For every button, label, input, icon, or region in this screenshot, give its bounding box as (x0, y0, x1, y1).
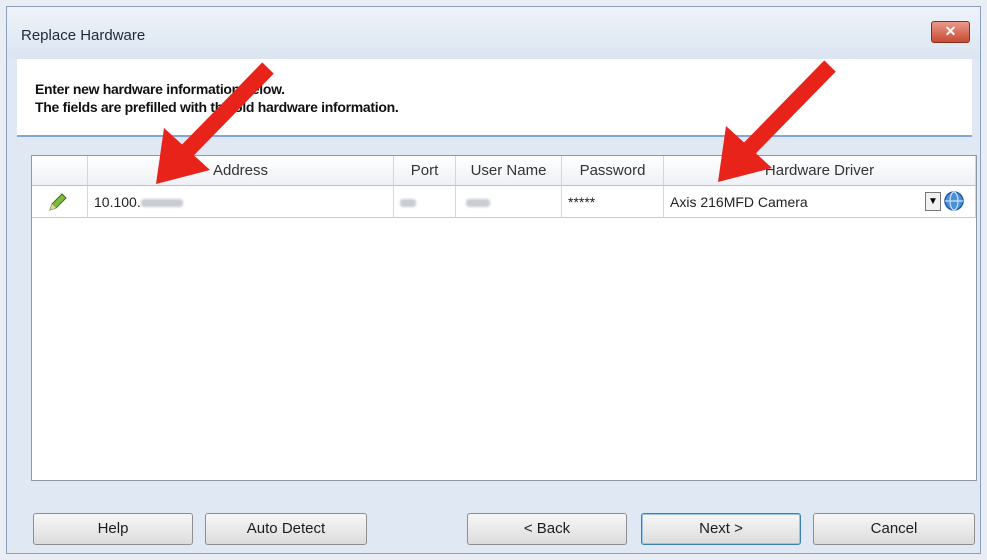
back-button[interactable]: < Back (467, 513, 627, 545)
hardware-grid: Address Port User Name Password Hardware… (31, 155, 977, 481)
column-header-user-name[interactable]: User Name (456, 156, 562, 186)
row-edit-indicator (32, 186, 88, 218)
user-name-cell[interactable] (456, 186, 562, 218)
address-value: 10.100. (94, 194, 141, 210)
browser-globe-icon[interactable] (943, 190, 965, 212)
annotation-arrow-right (718, 60, 836, 182)
help-button[interactable]: Help (33, 513, 193, 545)
hardware-driver-value: Axis 216MFD Camera (670, 194, 808, 210)
annotation-arrow-left (156, 62, 274, 184)
next-button[interactable]: Next > (641, 513, 801, 545)
port-cell[interactable] (394, 186, 456, 218)
column-header-port[interactable]: Port (394, 156, 456, 186)
title-bar: Replace Hardware ✕ (7, 7, 980, 59)
close-button[interactable]: ✕ (931, 21, 970, 43)
pencil-icon (49, 193, 67, 212)
auto-detect-button[interactable]: Auto Detect (205, 513, 367, 545)
password-cell[interactable]: ***** (562, 186, 664, 218)
driver-dropdown-button[interactable]: ▼ (925, 192, 941, 211)
cancel-button[interactable]: Cancel (813, 513, 975, 545)
port-redacted (400, 199, 416, 208)
close-icon: ✕ (944, 23, 957, 39)
address-redacted (140, 199, 183, 208)
column-header-password[interactable]: Password (562, 156, 664, 186)
column-header-edit (32, 156, 88, 186)
window-title: Replace Hardware (21, 27, 146, 44)
dropdown-arrow-icon: ▼ (928, 196, 938, 207)
user-name-redacted (466, 199, 490, 208)
